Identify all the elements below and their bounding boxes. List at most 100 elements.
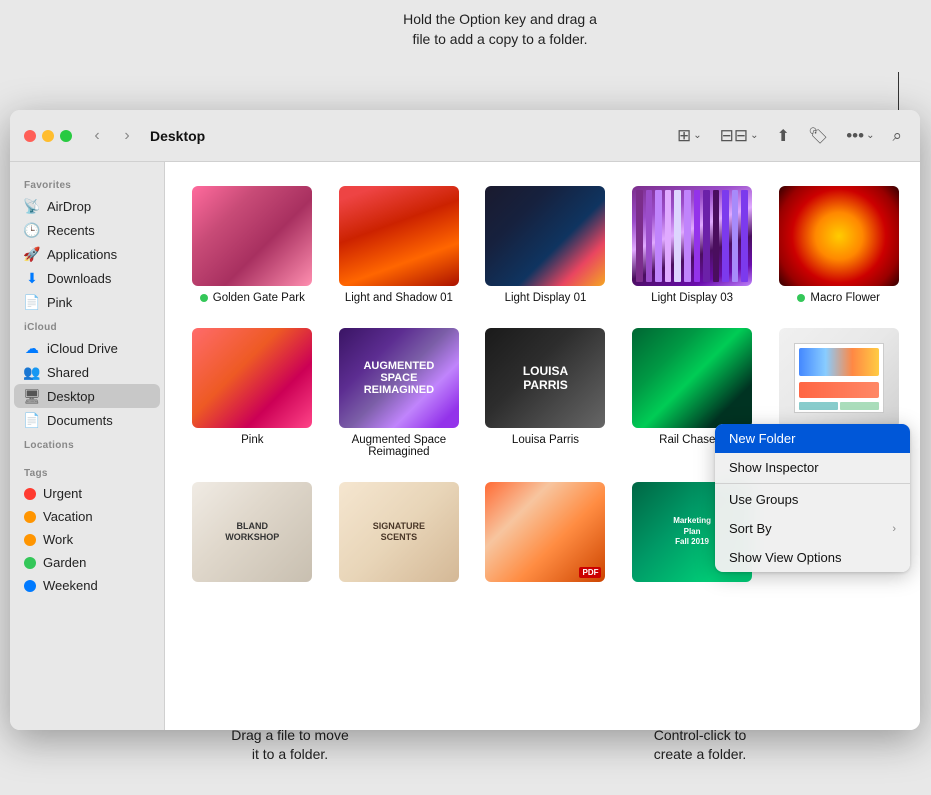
more-chevron-icon: ⌄ <box>866 130 874 141</box>
thumbnail-bland: BLANDWORKSHOP <box>192 482 312 582</box>
file-item-augmented[interactable]: AUGMENTEDSPACEREIMAGINED Augmented Space… <box>328 320 471 466</box>
tag-button[interactable]: 🏷 <box>804 122 832 150</box>
group-icon: ⊟⊟ <box>720 126 749 146</box>
context-menu-show-inspector[interactable]: Show Inspector <box>715 453 910 482</box>
sidebar-item-airdrop[interactable]: 📡 AirDrop <box>14 194 160 218</box>
sidebar-item-garden[interactable]: Garden <box>14 551 160 574</box>
sidebar-item-vacation[interactable]: Vacation <box>14 505 160 528</box>
sidebar-label: Garden <box>43 555 86 570</box>
more-button[interactable]: ••• ⌄ <box>842 122 878 150</box>
close-button[interactable] <box>24 130 36 142</box>
file-item-golden-gate-park[interactable]: Golden Gate Park <box>181 178 324 312</box>
file-item-farmers[interactable]: PDF <box>474 474 617 596</box>
view-chevron-icon: ⌄ <box>693 130 701 141</box>
sidebar-item-downloads[interactable]: ⬇ Downloads <box>14 266 160 290</box>
stripe <box>674 190 681 282</box>
sidebar-item-urgent[interactable]: Urgent <box>14 482 160 505</box>
maximize-button[interactable] <box>60 130 72 142</box>
sidebar-item-recents[interactable]: 🕒 Recents <box>14 218 160 242</box>
airdrop-icon: 📡 <box>24 198 40 214</box>
sidebar-label: Downloads <box>47 271 111 286</box>
file-item-light-display-03[interactable]: Light Display 03 <box>621 178 764 312</box>
stripe <box>655 190 662 282</box>
share-icon: ⬆ <box>777 126 790 146</box>
file-label: Light and Shadow 01 <box>345 292 453 304</box>
file-item-macro-flower[interactable]: Macro Flower <box>767 178 910 312</box>
aug-text: AUGMENTEDSPACEREIMAGINED <box>359 356 438 400</box>
search-button[interactable]: ⌕ <box>888 122 906 150</box>
file-item-light-display-01[interactable]: Light Display 01 <box>474 178 617 312</box>
sidebar-label: Urgent <box>43 486 82 501</box>
status-dot <box>200 294 208 302</box>
context-menu-use-groups[interactable]: Use Groups <box>715 485 910 514</box>
stripe <box>636 190 643 282</box>
thumbnail-macro-flower <box>779 186 899 286</box>
titlebar: ‹ › Desktop ⊞ ⌄ ⊟⊟ ⌄ ⬆ 🏷 ••• ⌄ ⌕ <box>10 110 920 162</box>
sidebar-label: Pink <box>47 295 72 310</box>
documents-icon: 📄 <box>24 412 40 428</box>
group-view-button[interactable]: ⊟⊟ ⌄ <box>716 122 763 150</box>
thumbnail-signature: SIGNATURESCENTS <box>339 482 459 582</box>
sidebar-item-pink[interactable]: 📄 Pink <box>14 290 160 314</box>
use-groups-label: Use Groups <box>729 492 798 507</box>
sidebar-item-desktop[interactable]: 🖥 Desktop <box>14 384 160 408</box>
sidebar-item-shared[interactable]: 👥 Shared <box>14 360 160 384</box>
sidebar-label: Work <box>43 532 73 547</box>
file-item-bland[interactable]: BLANDWORKSHOP <box>181 474 324 596</box>
stripe <box>684 190 691 282</box>
sidebar-item-documents[interactable]: 📄 Documents <box>14 408 160 432</box>
stripe <box>732 190 739 282</box>
window-title: Desktop <box>150 128 665 144</box>
new-folder-label: New Folder <box>729 431 795 446</box>
file-label: Golden Gate Park <box>200 292 305 304</box>
thumbnail-pink <box>192 328 312 428</box>
stripe <box>703 190 710 282</box>
file-label: Macro Flower <box>797 292 880 304</box>
grid-icon: ⊞ <box>677 126 691 146</box>
back-button[interactable]: ‹ <box>86 125 108 147</box>
work-dot <box>24 534 36 546</box>
sidebar-item-weekend[interactable]: Weekend <box>14 574 160 597</box>
file-item-pink[interactable]: Pink <box>181 320 324 466</box>
sidebar: Favorites 📡 AirDrop 🕒 Recents 🚀 Applicat… <box>10 162 165 730</box>
view-toggle-button[interactable]: ⊞ ⌄ <box>673 122 706 150</box>
shared-icon: 👥 <box>24 364 40 380</box>
context-menu-show-view-options[interactable]: Show View Options <box>715 543 910 572</box>
file-label: Light Display 03 <box>651 292 733 304</box>
sidebar-section-tags: Tags <box>10 460 164 482</box>
sidebar-section-locations: Locations <box>10 432 164 454</box>
traffic-lights <box>24 130 72 142</box>
icloud-icon: ☁ <box>24 340 40 356</box>
context-menu-new-folder[interactable]: New Folder <box>715 424 910 453</box>
sig-text: SIGNATURESCENTS <box>373 521 425 543</box>
finder-body: Favorites 📡 AirDrop 🕒 Recents 🚀 Applicat… <box>10 162 920 730</box>
sidebar-label: Shared <box>47 365 89 380</box>
sidebar-item-applications[interactable]: 🚀 Applications <box>14 242 160 266</box>
thumbnail-light-display-01 <box>485 186 605 286</box>
vacation-dot <box>24 511 36 523</box>
file-item-louisa[interactable]: LOUISAPARRIS Louisa Parris <box>474 320 617 466</box>
thumbnail-rail <box>632 328 752 428</box>
preview-doc-inner <box>794 343 884 413</box>
stripe <box>722 190 729 282</box>
sidebar-label: Vacation <box>43 509 93 524</box>
file-item-signature[interactable]: SIGNATURESCENTS <box>328 474 471 596</box>
forward-button[interactable]: › <box>116 125 138 147</box>
sidebar-item-icloud-drive[interactable]: ☁ iCloud Drive <box>14 336 160 360</box>
file-label: Pink <box>241 434 263 446</box>
stripe <box>646 190 653 282</box>
minimize-button[interactable] <box>42 130 54 142</box>
tag-icon: 🏷 <box>808 126 828 146</box>
pdf-badge: PDF <box>579 567 601 578</box>
stripe <box>713 190 720 282</box>
sidebar-item-work[interactable]: Work <box>14 528 160 551</box>
annotation-bottom-right: Control-click to create a folder. <box>600 726 800 765</box>
sidebar-label: Applications <box>47 247 117 262</box>
pink-icon: 📄 <box>24 294 40 310</box>
main-content: Golden Gate Park Light and Shadow 01 Lig… <box>165 162 920 730</box>
context-menu-sort-by[interactable]: Sort By › <box>715 514 910 543</box>
sort-by-chevron-icon: › <box>892 523 896 535</box>
sidebar-label: AirDrop <box>47 199 91 214</box>
share-button[interactable]: ⬆ <box>773 122 794 150</box>
file-item-light-shadow[interactable]: Light and Shadow 01 <box>328 178 471 312</box>
